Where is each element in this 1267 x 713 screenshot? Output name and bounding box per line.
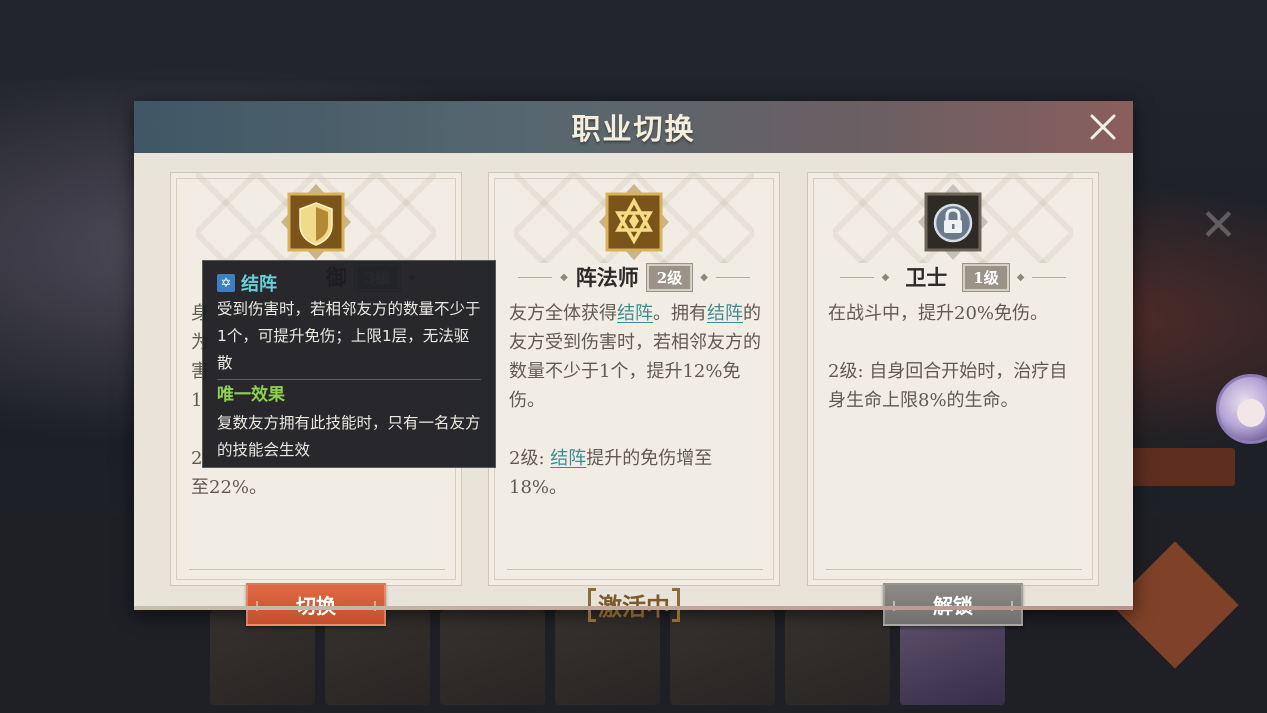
level-badge: 2级 <box>645 262 694 292</box>
close-x-icon[interactable] <box>1087 111 1119 143</box>
background-button <box>1120 448 1235 486</box>
background-top-bar <box>0 25 1267 80</box>
decor-line <box>518 276 553 278</box>
hexagram-icon <box>598 183 670 261</box>
formation-skill-link[interactable]: 结阵 <box>707 303 743 324</box>
description-line: 至22%。 <box>191 477 268 498</box>
background-close-icon: ✕ <box>1200 200 1237 251</box>
decor-diamond-icon: ◆ <box>1016 271 1025 283</box>
bracket-left <box>588 587 596 622</box>
switch-button-label: 切换 <box>296 590 336 619</box>
formation-skill-link[interactable]: 结阵 <box>617 303 653 324</box>
description-paragraph: 2级: 自身回合开始时，治疗自身生命上限8%的生命。 <box>828 361 1068 411</box>
decor-line <box>839 276 874 278</box>
tooltip-subdescription: 复数友方拥有此技能时，只有一名友方的技能会生效 <box>217 414 481 459</box>
class-description: 友方全体获得结阵。拥有结阵的友方受到伤害时，若相邻友方的数量不少于1个，提升12… <box>509 299 761 502</box>
avatar-face <box>1237 399 1265 427</box>
description-paragraph: 在战斗中，提升20%免伤。 <box>828 303 1049 324</box>
description-text: 2级: <box>509 448 551 469</box>
background-hero-card <box>785 610 890 705</box>
lock-icon <box>917 183 989 261</box>
decor-line <box>1032 276 1067 278</box>
shield-icon <box>280 183 352 261</box>
level-badge: 1级 <box>962 262 1010 292</box>
card-title-row: ◆ 阵法师 2级 ◆ <box>489 262 779 292</box>
card-title-row: ◆ 卫士 1级 ◆ <box>808 262 1098 292</box>
description-paragraph: 友方全体获得结阵。拥有结阵的友方受到伤害时，若相邻友方的数量不少于1个，提升12… <box>509 299 761 415</box>
class-name: 卫士 <box>905 265 948 290</box>
background-hero-card <box>440 610 545 705</box>
dialog-title: 职业切换 <box>571 112 696 146</box>
tooltip-description: 受到伤害时，若相邻友方的数量不少于1个，可提升免伤；上限1层，无法驱散 <box>217 300 481 372</box>
skill-tooltip: ✡ 结阵 受到伤害时，若相邻友方的数量不少于1个，可提升免伤；上限1层，无法驱散… <box>202 260 496 468</box>
unlock-button[interactable]: 解锁 <box>883 583 1023 626</box>
description-text: 。拥有 <box>653 303 707 324</box>
tooltip-title: 结阵 <box>241 274 277 295</box>
description-paragraph: 2级: 结阵提升的免伤增至18%。 <box>509 444 761 502</box>
decor-diamond-icon: ◆ <box>881 271 890 283</box>
dialog-bottom-border <box>134 606 1133 610</box>
card-divider <box>189 569 445 570</box>
decor-line <box>715 276 750 278</box>
decor-diamond-icon: ◆ <box>560 271 568 283</box>
bracket-right <box>672 587 680 622</box>
active-status-text: 激活中 <box>598 592 670 621</box>
description-text: 友方全体获得 <box>509 303 617 324</box>
dialog-header: 职业切换 <box>134 101 1133 153</box>
class-description: 在战斗中，提升20%免伤。 2级: 自身回合开始时，治疗自身生命上限8%的生命。 <box>828 299 1080 415</box>
active-status-label: 激活中 <box>564 583 704 626</box>
formation-star-icon: ✡ <box>217 274 235 292</box>
class-card-guard: ◆ 卫士 1级 ◆ 在战斗中，提升20%免伤。 2级: 自身回合开始时，治疗自身… <box>807 172 1099 626</box>
formation-skill-link[interactable]: 结阵 <box>550 448 586 469</box>
card-divider <box>826 569 1082 570</box>
decor-diamond-icon: ◆ <box>700 271 708 283</box>
tooltip-header: ✡ 结阵 <box>217 271 481 295</box>
class-name: 阵法师 <box>575 265 639 290</box>
switch-button[interactable]: 切换 <box>246 583 386 626</box>
unlock-button-label: 解锁 <box>933 590 973 619</box>
tooltip-subtitle: 唯一效果 <box>217 385 285 405</box>
class-card-formation-mage: ◆ 阵法师 2级 ◆ 友方全体获得结阵。拥有结阵的友方受到伤害时，若相邻友方的数… <box>488 172 780 622</box>
card-divider <box>507 569 763 570</box>
tooltip-divider <box>217 379 481 380</box>
